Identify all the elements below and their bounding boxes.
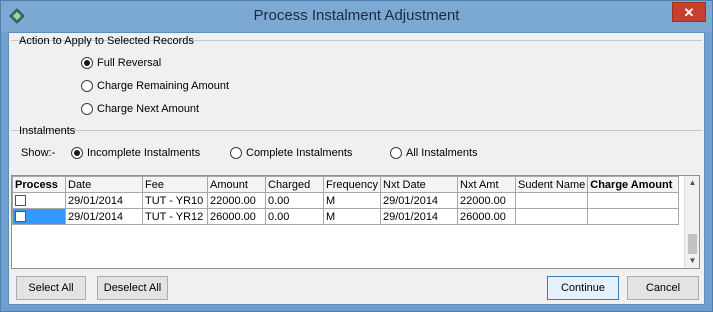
column-header-charge-amount[interactable]: Charge Amount: [587, 176, 680, 193]
action-section: Action to Apply to Selected Records Full…: [11, 35, 702, 128]
fee-cell[interactable]: TUT - YR12: [142, 208, 208, 225]
column-header-date[interactable]: Date: [65, 176, 143, 193]
radio-button[interactable]: [230, 147, 242, 159]
continue-button[interactable]: Continue: [547, 276, 619, 300]
process-cell[interactable]: [12, 192, 66, 209]
close-icon: ✕: [683, 5, 695, 20]
radio-button[interactable]: [390, 147, 402, 159]
show-label: Show:-: [21, 147, 55, 159]
radio-all-instalments[interactable]: All Instalments: [390, 147, 478, 159]
action-section-label: Action to Apply to Selected Records: [19, 35, 194, 47]
radio-label: Full Reversal: [97, 57, 162, 69]
radio-label: Complete Instalments: [246, 147, 353, 159]
amount-cell[interactable]: 26000.00: [207, 208, 266, 225]
frequency-cell[interactable]: M: [323, 192, 381, 209]
radio-label: Incomplete Instalments: [87, 147, 201, 159]
nxt-date-cell[interactable]: 29/01/2014: [380, 192, 458, 209]
nxt-amt-cell[interactable]: 22000.00: [457, 192, 516, 209]
grid-header-row: Process Date Fee Amount Charged Frequenc…: [12, 176, 680, 193]
scroll-up-icon[interactable]: ▲: [685, 176, 699, 190]
instalments-grid[interactable]: Process Date Fee Amount Charged Frequenc…: [11, 175, 700, 269]
column-header-frequency[interactable]: Frequency: [323, 176, 381, 193]
column-header-student-name[interactable]: Sudent Name: [514, 176, 589, 193]
radio-label: All Instalments: [406, 147, 478, 159]
dialog-window: Process Instalment Adjustment ✕ Action t…: [0, 0, 713, 312]
instalments-section-label: Instalments: [19, 125, 76, 137]
window-title: Process Instalment Adjustment: [253, 7, 460, 24]
column-header-amount[interactable]: Amount: [207, 176, 266, 193]
frequency-cell[interactable]: M: [323, 208, 381, 225]
radio-label: Charge Remaining Amount: [97, 80, 230, 92]
table-row[interactable]: 29/01/2014 TUT - YR12 26000.00 0.00 M 29…: [12, 208, 680, 225]
fee-cell[interactable]: TUT - YR10: [142, 192, 208, 209]
radio-full-reversal[interactable]: Full Reversal: [81, 57, 161, 69]
instalments-section: Instalments Show:- Incomplete Instalment…: [11, 125, 702, 170]
radio-button-selected[interactable]: [81, 57, 93, 69]
process-cell[interactable]: [12, 208, 66, 225]
instalments-table: Process Date Fee Amount Charged Frequenc…: [12, 176, 680, 225]
scroll-down-icon[interactable]: ▼: [685, 254, 699, 268]
date-cell[interactable]: 29/01/2014: [65, 192, 143, 209]
process-checkbox[interactable]: [15, 211, 26, 223]
vertical-scrollbar[interactable]: ▲ ▼: [684, 176, 699, 268]
scrollbar-thumb[interactable]: [688, 234, 697, 254]
column-header-nxt-amt[interactable]: Nxt Amt: [457, 176, 516, 193]
show-label-text: Show:-: [21, 147, 56, 159]
column-header-charged[interactable]: Charged: [265, 176, 324, 193]
table-row[interactable]: 29/01/2014 TUT - YR10 22000.00 0.00 M 29…: [12, 192, 680, 209]
radio-charge-remaining[interactable]: Charge Remaining Amount: [81, 80, 229, 92]
column-header-process[interactable]: Process: [12, 176, 66, 193]
charged-cell[interactable]: 0.00: [265, 192, 324, 209]
nxt-amt-cell[interactable]: 26000.00: [457, 208, 516, 225]
radio-label: Charge Next Amount: [97, 103, 200, 115]
student-name-cell[interactable]: [514, 192, 589, 209]
radio-charge-next[interactable]: Charge Next Amount: [81, 103, 199, 115]
dialog-body: Action to Apply to Selected Records Full…: [8, 32, 705, 305]
column-header-fee[interactable]: Fee: [142, 176, 208, 193]
radio-complete-instalments[interactable]: Complete Instalments: [230, 147, 352, 159]
radio-button[interactable]: [81, 80, 93, 92]
student-name-cell[interactable]: [514, 208, 589, 225]
charge-amount-cell[interactable]: [587, 208, 680, 225]
select-all-button[interactable]: Select All: [16, 276, 86, 300]
nxt-date-cell[interactable]: 29/01/2014: [380, 208, 458, 225]
date-cell[interactable]: 29/01/2014: [65, 208, 143, 225]
close-button[interactable]: ✕: [672, 2, 706, 22]
cancel-button[interactable]: Cancel: [627, 276, 699, 300]
amount-cell[interactable]: 22000.00: [207, 192, 266, 209]
column-header-nxt-date[interactable]: Nxt Date: [380, 176, 458, 193]
charge-amount-cell[interactable]: [587, 192, 680, 209]
radio-button[interactable]: [81, 103, 93, 115]
charged-cell[interactable]: 0.00: [265, 208, 324, 225]
process-checkbox[interactable]: [15, 195, 26, 207]
radio-button-selected[interactable]: [71, 147, 83, 159]
deselect-all-button[interactable]: Deselect All: [97, 276, 168, 300]
radio-incomplete-instalments[interactable]: Incomplete Instalments: [71, 147, 200, 159]
title-bar[interactable]: Process Instalment Adjustment ✕: [1, 1, 712, 32]
